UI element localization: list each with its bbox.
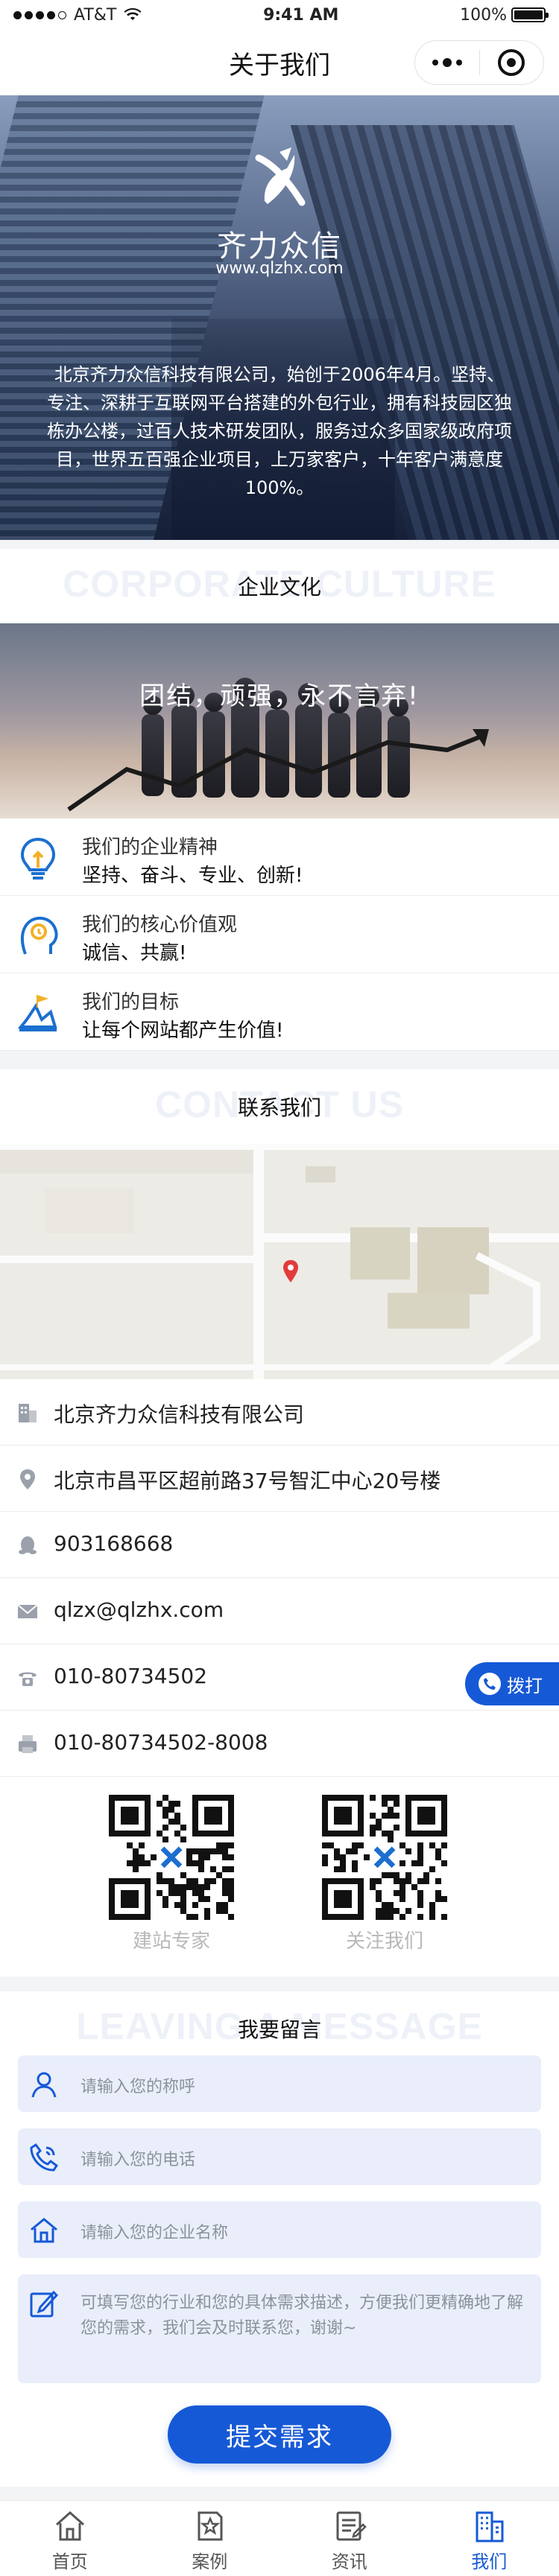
signal-icon — [13, 10, 66, 19]
qq-number: 903168668 — [54, 1531, 174, 1556]
user-icon — [31, 2072, 57, 2098]
tab-label: 我们 — [471, 2551, 508, 2572]
call-button[interactable]: 拨打 — [465, 1662, 559, 1705]
email: qlzx@qlzhx.com — [54, 1597, 224, 1622]
hero-banner: 齐力众信 www.qlzhx.com 北京齐力众信科技有限公司，始创于2006年… — [0, 95, 559, 540]
status-bar: AT&T 9:41 AM 100% — [0, 0, 559, 30]
phone-icon — [30, 2143, 59, 2172]
tab-home[interactable]: 首页 — [0, 2501, 140, 2576]
culture-title: 企业文化 — [237, 575, 321, 600]
contact-section-header: CONTACT US 联系我们 — [0, 1069, 559, 1144]
culture-banner: 团结，顽强，永不言弃! — [0, 623, 559, 818]
company-name: 北京齐力众信科技有限公司 — [54, 1402, 305, 1427]
tab-label: 首页 — [51, 2551, 88, 2572]
building-icon — [19, 1404, 37, 1422]
tab-news[interactable]: 资讯 — [280, 2501, 420, 2576]
bottom-tab-bar: 首页 案例 资讯 我们 — [0, 2500, 559, 2576]
culture-section-header: CORPORATE CULTURE 企业文化 — [0, 549, 559, 623]
tab-label: 资讯 — [331, 2551, 367, 2572]
list-item: 我们的目标 让每个网站都产生价值! — [0, 973, 559, 1051]
company-placeholder: 请输入您的企业名称 — [80, 2224, 229, 2242]
battery-percent: 100% — [460, 5, 507, 25]
qr-code-build-site — [109, 1795, 234, 1920]
address: 北京市昌平区超前路37号智汇中心20号楼 — [54, 1469, 441, 1493]
needs-placeholder: 可填写您的行业和您的具体需求描述，方便我们更精确地了解您的需求，我们会及时联系您… — [80, 2294, 524, 2338]
phone-icon — [19, 1672, 37, 1686]
qq-icon — [19, 1536, 37, 1554]
value-text: 诚信、共赢! — [82, 942, 187, 964]
mail-icon — [17, 1604, 38, 1618]
message-form: LEAVING A MESSAGE 我要留言 请输入您的称呼 请输入您的电话 请… — [0, 1991, 559, 2487]
company-icon — [476, 2511, 504, 2542]
contact-info-list: 北京齐力众信科技有限公司 北京市昌平区超前路37号智汇中心20号楼 903168… — [0, 1379, 559, 1777]
qr-codes-area: 建站专家 关注我们 — [0, 1777, 559, 1976]
brand-url: www.qlzhx.com — [215, 259, 344, 278]
phone-call-icon — [479, 1673, 501, 1695]
mini-program-capsule — [414, 40, 544, 85]
list-item: 北京齐力众信科技有限公司 — [0, 1379, 559, 1446]
qr-label: 建站专家 — [132, 1930, 210, 1953]
page-title: 关于我们 — [229, 50, 330, 80]
company-logo — [255, 147, 306, 206]
star-doc-icon — [198, 2511, 223, 2541]
target-goal-icon — [17, 994, 57, 1031]
battery-icon — [511, 7, 549, 22]
value-text: 让每个网站都产生价值! — [82, 1020, 284, 1042]
submit-button[interactable]: 提交需求 — [168, 2405, 391, 2464]
list-item: 北京市昌平区超前路37号智汇中心20号楼 — [0, 1446, 559, 1512]
needs-textarea[interactable]: 可填写您的行业和您的具体需求描述，方便我们更精确地了解您的需求，我们会及时联系您… — [18, 2274, 541, 2383]
list-item: 我们的核心价值观 诚信、共赢! — [0, 896, 559, 973]
location-map[interactable] — [0, 1144, 559, 1379]
edit-icon — [30, 2290, 59, 2318]
tab-cases[interactable]: 案例 — [140, 2501, 280, 2576]
tab-about-us[interactable]: 我们 — [420, 2501, 559, 2576]
tab-label: 案例 — [192, 2551, 228, 2572]
value-text: 坚持、奋斗、专业、创新! — [82, 865, 303, 887]
news-icon — [336, 2511, 367, 2541]
fax-icon — [19, 1735, 37, 1753]
contact-title: 联系我们 — [237, 1095, 321, 1120]
culture-slogan: 团结，顽强，永不言弃! — [139, 681, 420, 711]
name-placeholder: 请输入您的称呼 — [80, 2078, 196, 2096]
value-label: 我们的目标 — [82, 991, 180, 1014]
carrier: AT&T — [74, 5, 117, 25]
list-item: 903168668 — [0, 1512, 559, 1578]
location-pin-icon — [283, 1260, 298, 1282]
phone-field[interactable]: 请输入您的电话 — [18, 2128, 541, 2185]
message-title: 我要留言 — [237, 2017, 321, 2042]
wifi-icon — [124, 8, 142, 20]
map-tiles — [0, 1144, 559, 1379]
list-item: 我们的企业精神 坚持、奋斗、专业、创新! — [0, 818, 559, 896]
message-section-header: LEAVING A MESSAGE 我要留言 — [0, 1991, 559, 2066]
fax-number: 010-80734502-8008 — [54, 1730, 268, 1755]
list-item: qlzx@qlzhx.com — [0, 1578, 559, 1644]
company-field[interactable]: 请输入您的企业名称 — [18, 2201, 541, 2258]
nav-bar: 关于我们 — [0, 30, 559, 95]
list-item: 010-80734502-8008 — [0, 1711, 559, 1777]
qr-code-follow-us — [322, 1795, 447, 1920]
team-silhouette-graphic — [67, 678, 489, 812]
phone-placeholder: 请输入您的电话 — [80, 2151, 196, 2169]
list-item: 010-80734502 拨打 — [0, 1644, 559, 1711]
close-circle-icon — [498, 49, 525, 76]
home-icon — [55, 2510, 84, 2541]
home-building-icon — [31, 2218, 57, 2243]
call-button-label: 拨打 — [507, 1675, 543, 1696]
close-button[interactable] — [480, 49, 544, 76]
culture-values-list: 我们的企业精神 坚持、奋斗、专业、创新! 我们的核心价值观 诚信、共赢! 我们的… — [0, 818, 559, 1051]
name-field[interactable]: 请输入您的称呼 — [18, 2055, 541, 2112]
value-label: 我们的核心价值观 — [82, 914, 238, 936]
phone-number: 010-80734502 — [54, 1664, 208, 1688]
lightbulb-icon — [20, 837, 56, 880]
qr-label: 关注我们 — [345, 1930, 423, 1953]
value-label: 我们的企业精神 — [82, 836, 218, 859]
company-intro: 北京齐力众信科技有限公司，始创于2006年4月。坚持、专注、深耕于互联网平台搭建… — [47, 364, 512, 498]
clock: 9:41 AM — [263, 5, 339, 25]
more-menu-button[interactable] — [415, 58, 479, 67]
person-idea-icon — [20, 916, 58, 955]
location-pin-icon — [20, 1469, 35, 1489]
